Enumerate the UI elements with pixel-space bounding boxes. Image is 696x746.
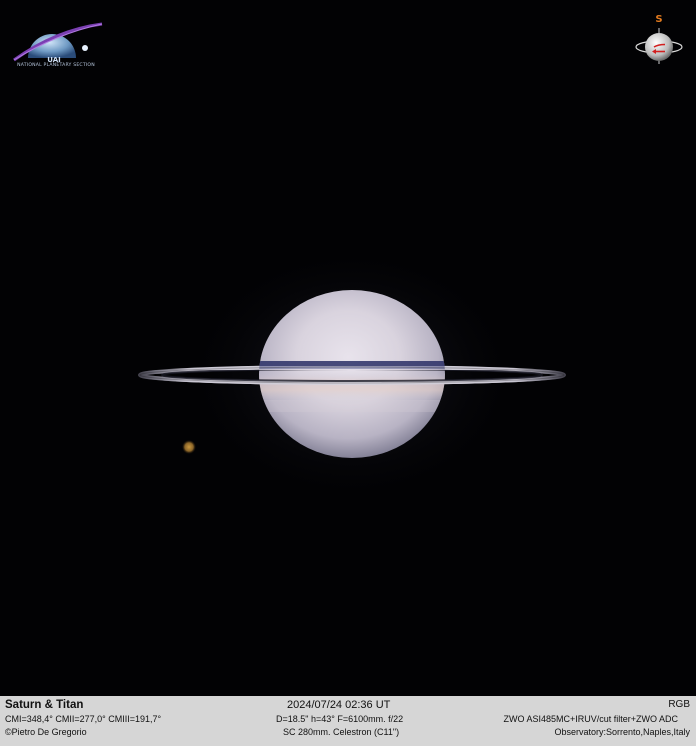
observatory-location: Observatory:Sorrento,Naples,Italy [554, 727, 690, 737]
camera-setup: ZWO ASI485MC+IRUV/cut filter+ZWO ADC [503, 714, 678, 724]
uai-logo: UAI NATIONAL PLANETARY SECTION [6, 20, 106, 76]
color-mode: RGB [668, 699, 690, 710]
orientation-indicator: S [632, 14, 686, 68]
image-credit: ©Pietro De Gregorio [5, 727, 87, 737]
logo-subtitle: NATIONAL PLANETARY SECTION [17, 63, 95, 68]
saturn-image [138, 244, 566, 504]
telescope-model: SC 280mm. Celestron (C11") [283, 727, 400, 737]
telescope-data: D=18.5" h=43° F=6100mm. f/22 [276, 714, 404, 724]
central-meridians: CMI=348,4° CMII=277,0° CMIII=191,7° [5, 714, 162, 724]
caption-bar: Saturn & Titan CMI=348,4° CMII=277,0° CM… [0, 696, 696, 746]
caption-title: Saturn & Titan [5, 699, 84, 711]
observation-datetime: 2024/07/24 02:36 UT [287, 699, 391, 711]
titan-moon [182, 440, 196, 454]
orientation-icon [635, 28, 683, 64]
